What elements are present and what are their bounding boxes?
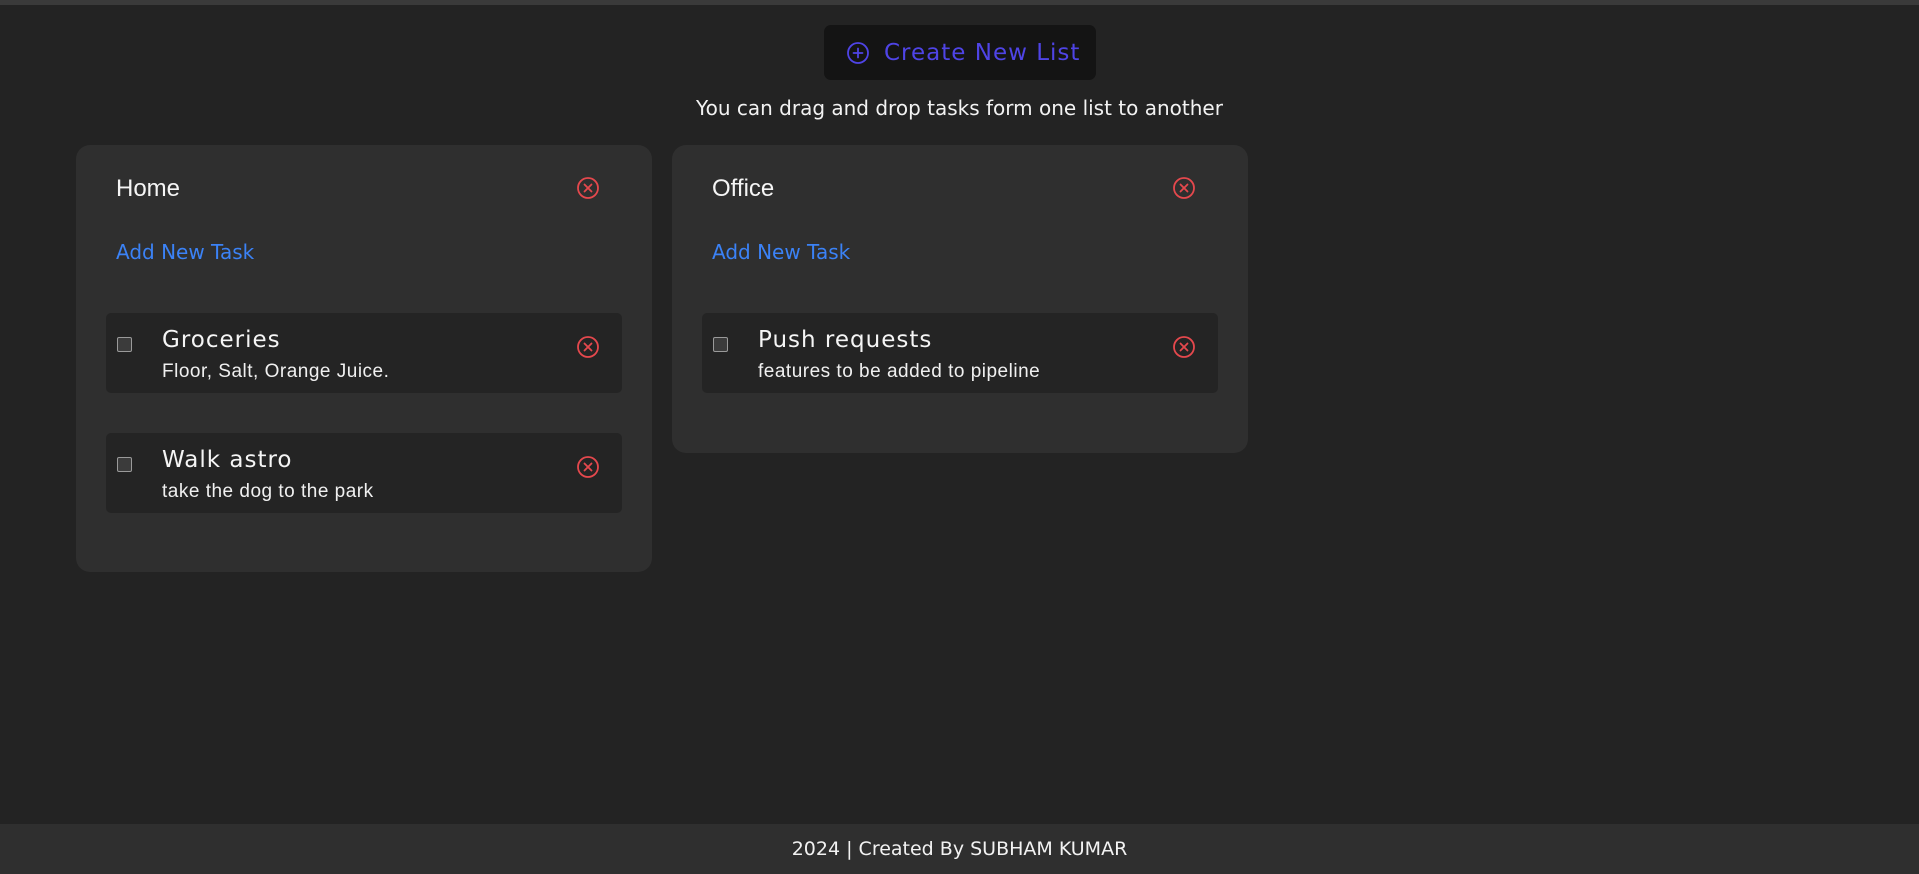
drag-drop-hint: You can drag and drop tasks form one lis… <box>696 96 1223 120</box>
delete-task-icon[interactable] <box>1172 335 1196 359</box>
task-item[interactable]: Groceries Floor, Salt, Orange Juice. <box>106 313 622 393</box>
list-title: Office <box>712 175 775 202</box>
top-strip <box>0 0 1919 5</box>
add-new-task-link[interactable]: Add New Task <box>116 240 254 264</box>
list-card-home: Home Add New Task Groceries Floor, Salt,… <box>76 145 652 572</box>
task-description: take the dog to the park <box>162 481 374 502</box>
delete-task-icon[interactable] <box>576 335 600 359</box>
delete-task-icon[interactable] <box>576 455 600 479</box>
task-item[interactable]: Push requests features to be added to pi… <box>702 313 1218 393</box>
create-new-list-label: Create New List <box>884 39 1081 66</box>
list-title: Home <box>116 175 181 202</box>
list-card-office: Office Add New Task Push requests featur… <box>672 145 1248 453</box>
task-title: Groceries <box>162 327 281 353</box>
delete-list-icon[interactable] <box>576 176 600 200</box>
plus-circle-icon <box>846 41 870 65</box>
task-title: Walk astro <box>162 447 293 473</box>
task-description: Floor, Salt, Orange Juice. <box>162 361 390 382</box>
task-checkbox[interactable] <box>117 457 132 472</box>
task-title: Push requests <box>758 327 933 353</box>
delete-list-icon[interactable] <box>1172 176 1196 200</box>
create-new-list-button[interactable]: Create New List <box>824 25 1096 80</box>
footer-credit: 2024 | Created By SUBHAM KUMAR <box>791 838 1128 860</box>
task-description: features to be added to pipeline <box>758 361 1041 382</box>
footer: 2024 | Created By SUBHAM KUMAR <box>0 824 1919 874</box>
task-item[interactable]: Walk astro take the dog to the park <box>106 433 622 513</box>
task-checkbox[interactable] <box>713 337 728 352</box>
task-checkbox[interactable] <box>117 337 132 352</box>
add-new-task-link[interactable]: Add New Task <box>712 240 850 264</box>
